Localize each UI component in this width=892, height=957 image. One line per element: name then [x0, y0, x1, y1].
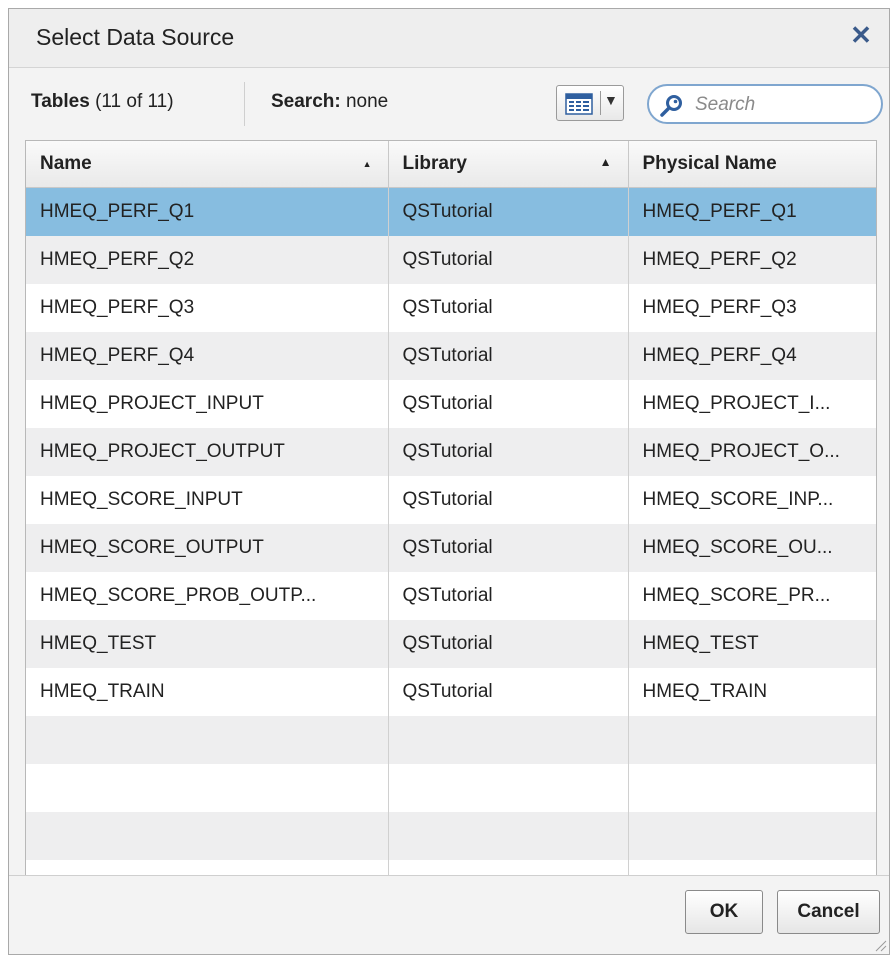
dialog-title: Select Data Source	[36, 24, 235, 50]
cell-library: QSTutorial	[388, 380, 629, 428]
cell-library: QSTutorial	[388, 236, 629, 284]
column-header-label: Physical Name	[642, 153, 777, 174]
cell-physical-name: HMEQ_SCORE_PR...	[628, 572, 876, 620]
table-row[interactable]: HMEQ_PERF_Q2 QSTutorial HMEQ_PERF_Q2	[26, 236, 876, 284]
column-header-library[interactable]: Library ▲	[388, 141, 629, 188]
cell-name: HMEQ_TEST	[26, 620, 389, 668]
search-field[interactable]	[647, 84, 883, 124]
select-data-source-dialog: Select Data Source ✕ Tables (11 of 11) S…	[8, 8, 890, 955]
view-menu-button[interactable]: ▼	[556, 85, 624, 121]
cell-library: QSTutorial	[388, 524, 629, 572]
cell-name: HMEQ_PROJECT_INPUT	[26, 380, 389, 428]
cell-name: HMEQ_PROJECT_OUTPUT	[26, 428, 389, 476]
table-row[interactable]: HMEQ_PERF_Q3 QSTutorial HMEQ_PERF_Q3	[26, 284, 876, 332]
cell-name: HMEQ_PERF_Q1	[26, 187, 389, 236]
table-row[interactable]: HMEQ_SCORE_PROB_OUTP... QSTutorial HMEQ_SC…	[26, 572, 876, 620]
cell-library: QSTutorial	[388, 572, 629, 620]
search-status-label: Search:	[271, 91, 341, 112]
table-row[interactable]: HMEQ_TRAIN QSTutorial HMEQ_TRAIN	[26, 668, 876, 716]
cell-physical-name: HMEQ_TRAIN	[628, 668, 876, 716]
cell-name: HMEQ_SCORE_PROB_OUTP...	[26, 572, 389, 620]
table-row[interactable]: HMEQ_PERF_Q1 QSTutorial HMEQ_PERF_Q1	[26, 187, 876, 236]
cell-physical-name: HMEQ_PERF_Q1	[628, 187, 876, 236]
column-header-name[interactable]: Name ▲	[26, 141, 389, 188]
table-row[interactable]: HMEQ_PROJECT_OUTPUT QSTutorial HMEQ_PROJEC…	[26, 428, 876, 476]
column-header-label: Library	[402, 153, 467, 174]
empty-row	[26, 716, 876, 764]
view-menu-divider	[600, 91, 601, 115]
cell-physical-name: HMEQ_TEST	[628, 620, 876, 668]
cell-library: QSTutorial	[388, 284, 629, 332]
cell-physical-name: HMEQ_PROJECT_O...	[628, 428, 876, 476]
tables-count-label: Tables (11 of 11)	[31, 91, 174, 113]
resize-grip-icon[interactable]	[873, 938, 887, 952]
dialog-titlebar: Select Data Source ✕	[9, 9, 889, 68]
sort-ascending-icon: ▲	[599, 155, 612, 169]
table-row[interactable]: HMEQ_PROJECT_INPUT QSTutorial HMEQ_PROJECT…	[26, 380, 876, 428]
empty-row	[26, 812, 876, 860]
cell-physical-name: HMEQ_PERF_Q2	[628, 236, 876, 284]
tables-label: Tables	[31, 91, 90, 112]
table-row[interactable]: HMEQ_SCORE_OUTPUT QSTutorial HMEQ_SCORE_OU…	[26, 524, 876, 572]
sort-ascending-icon: ▲	[362, 159, 372, 169]
cell-library: QSTutorial	[388, 428, 629, 476]
search-icon	[660, 95, 682, 117]
cell-name: HMEQ_PERF_Q2	[26, 236, 389, 284]
tables-table: Name ▲ Library ▲ Physical Name HMEQ_PERF_Q…	[26, 141, 876, 876]
cell-library: QSTutorial	[388, 668, 629, 716]
tables-count: (11 of 11)	[95, 91, 174, 112]
chevron-down-icon: ▼	[604, 92, 618, 108]
cell-physical-name: HMEQ_PERF_Q3	[628, 284, 876, 332]
column-header-label: Name	[40, 153, 92, 174]
table-row[interactable]: HMEQ_PERF_Q4 QSTutorial HMEQ_PERF_Q4	[26, 332, 876, 380]
info-bar: Tables (11 of 11) Search: none ▼	[9, 68, 889, 140]
search-input[interactable]	[693, 92, 877, 118]
cell-name: HMEQ_SCORE_INPUT	[26, 476, 389, 524]
ok-button[interactable]: OK	[685, 890, 763, 934]
cancel-button[interactable]: Cancel	[777, 890, 880, 934]
close-icon[interactable]: ✕	[847, 21, 875, 49]
cell-name: HMEQ_TRAIN	[26, 668, 389, 716]
cell-name: HMEQ_SCORE_OUTPUT	[26, 524, 389, 572]
cell-physical-name: HMEQ_SCORE_INP...	[628, 476, 876, 524]
cell-name: HMEQ_PERF_Q4	[26, 332, 389, 380]
column-header-physical-name[interactable]: Physical Name	[628, 141, 876, 188]
dialog-footer: OK Cancel	[9, 875, 889, 954]
cell-physical-name: HMEQ_SCORE_OU...	[628, 524, 876, 572]
cell-library: QSTutorial	[388, 620, 629, 668]
cell-library: QSTutorial	[388, 332, 629, 380]
cell-physical-name: HMEQ_PROJECT_I...	[628, 380, 876, 428]
table-row[interactable]: HMEQ_TEST QSTutorial HMEQ_TEST	[26, 620, 876, 668]
search-status: Search: none	[271, 91, 388, 113]
empty-row	[26, 764, 876, 812]
tables-grid: Name ▲ Library ▲ Physical Name HMEQ_PERF_Q…	[25, 140, 877, 877]
search-status-value: none	[345, 91, 389, 112]
grid-view-icon	[565, 93, 593, 115]
info-divider	[244, 82, 245, 126]
cell-physical-name: HMEQ_PERF_Q4	[628, 332, 876, 380]
cell-library: QSTutorial	[388, 187, 629, 236]
cell-library: QSTutorial	[388, 476, 629, 524]
table-header-row: Name ▲ Library ▲ Physical Name	[26, 141, 876, 188]
table-row[interactable]: HMEQ_SCORE_INPUT QSTutorial HMEQ_SCORE_INP…	[26, 476, 876, 524]
cell-name: HMEQ_PERF_Q3	[26, 284, 389, 332]
